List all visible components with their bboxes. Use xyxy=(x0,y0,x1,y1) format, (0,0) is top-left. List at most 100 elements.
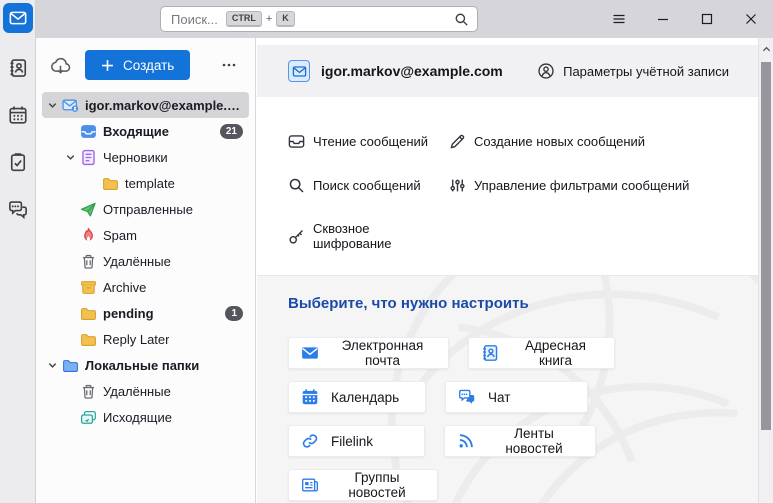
unread-badge: 21 xyxy=(220,124,243,139)
trash-icon xyxy=(80,253,97,270)
calendar-space-icon[interactable] xyxy=(3,100,33,130)
link-message-filters[interactable]: Управление фильтрами сообщений xyxy=(449,177,742,194)
setup-title: Выберите, что нужно настроить xyxy=(288,295,742,312)
search-icon xyxy=(454,12,469,27)
account-settings-link[interactable]: Параметры учётной записи xyxy=(537,62,729,80)
tree-row-trash[interactable]: Удалённые xyxy=(36,248,255,274)
content-scrollbar[interactable] xyxy=(758,38,773,503)
link-search-messages[interactable]: Поиск сообщений xyxy=(288,177,449,194)
kbd-ctrl: CTRL xyxy=(226,11,262,27)
setup-button-filelink[interactable]: Filelink xyxy=(288,425,425,457)
account-settings-label: Параметры учётной записи xyxy=(563,64,729,79)
calendar-icon xyxy=(301,388,319,406)
tree-row-label: Reply Later xyxy=(103,332,169,347)
folder-pane-options-icon[interactable] xyxy=(221,57,237,73)
setup-button-email[interactable]: Электронная почта xyxy=(288,337,449,369)
chevron-down-icon[interactable] xyxy=(62,152,78,163)
chevron-down-icon[interactable] xyxy=(44,360,60,371)
quick-links: Чтение сообщений Создание новых сообщени… xyxy=(257,97,773,275)
chevron-down-icon[interactable] xyxy=(44,100,60,111)
read-messages-icon xyxy=(288,133,305,150)
filelink-icon xyxy=(301,432,319,450)
tree-row-label: Spam xyxy=(103,228,137,243)
tree-row-reply-later[interactable]: Reply Later xyxy=(36,326,255,352)
folder-tree: igor.markov@example.c… Входящие 21 Черно… xyxy=(36,92,255,430)
tree-row-label: Входящие xyxy=(103,124,169,139)
folder-pane-header: Создать xyxy=(36,38,255,88)
link-compose[interactable]: Создание новых сообщений xyxy=(449,133,742,150)
search-icon xyxy=(288,177,305,194)
link-read-messages[interactable]: Чтение сообщений xyxy=(288,133,449,150)
tree-row-local-trash[interactable]: Удалённые xyxy=(36,378,255,404)
compose-pencil-icon xyxy=(449,133,466,150)
minimize-button[interactable] xyxy=(641,0,685,38)
app-menu-button[interactable] xyxy=(597,0,641,38)
drafts-icon xyxy=(80,149,97,166)
tree-row-label: Черновики xyxy=(103,150,168,165)
folder-icon xyxy=(80,331,97,348)
link-label: Управление фильтрами сообщений xyxy=(474,178,689,193)
local-folders-icon xyxy=(62,357,79,374)
setup-button-calendar[interactable]: Календарь xyxy=(288,381,426,413)
tree-row-sent[interactable]: Отправленные xyxy=(36,196,255,222)
tree-row-label: Удалённые xyxy=(103,254,171,269)
spaces-toolbar xyxy=(0,0,36,503)
tree-row-archive[interactable]: Archive xyxy=(36,274,255,300)
setup-section: Выберите, что нужно настроить Электронна… xyxy=(257,275,773,503)
setup-button-rss[interactable]: Ленты новостей xyxy=(444,425,596,457)
account-header: igor.markov@example.com Параметры учётно… xyxy=(257,45,773,97)
archive-icon xyxy=(80,279,97,296)
tasks-space-icon[interactable] xyxy=(3,147,33,177)
maximize-button[interactable] xyxy=(685,0,729,38)
link-label: Создание новых сообщений xyxy=(474,134,645,149)
scrollbar-thumb[interactable] xyxy=(761,62,771,430)
mail-icon xyxy=(301,344,319,362)
setup-button-address-book[interactable]: Адресная книга xyxy=(468,337,615,369)
tree-row-outbox[interactable]: Исходящие xyxy=(36,404,255,430)
tree-row-label: Локальные папки xyxy=(85,358,199,373)
setup-button-newsgroups[interactable]: Группы новостей xyxy=(288,469,438,501)
account-mail-badge-icon xyxy=(288,60,310,82)
window-controls xyxy=(597,0,773,38)
outbox-icon xyxy=(80,409,97,426)
tree-row-template[interactable]: template xyxy=(36,170,255,196)
folder-icon xyxy=(80,305,97,322)
tree-row-local-folders[interactable]: Локальные папки xyxy=(36,352,255,378)
chat-space-icon[interactable] xyxy=(3,194,33,224)
tree-row-account[interactable]: igor.markov@example.c… xyxy=(42,92,249,118)
link-label: Сквозное шифрование xyxy=(313,221,449,251)
tree-row-label: Исходящие xyxy=(103,410,172,425)
account-settings-icon xyxy=(537,62,555,80)
inbox-icon xyxy=(80,123,97,140)
tree-row-spam[interactable]: Spam xyxy=(36,222,255,248)
global-search-input[interactable]: Поиск... CTRL + K xyxy=(160,6,478,32)
sync-cloud-icon[interactable] xyxy=(50,55,71,76)
newsgroups-icon xyxy=(301,476,319,494)
tree-row-label: template xyxy=(125,176,175,191)
spam-flame-icon xyxy=(80,227,97,244)
tree-row-label: Отправленные xyxy=(103,202,193,217)
plus-icon xyxy=(101,59,114,72)
trash-icon xyxy=(80,383,97,400)
setup-button-chat[interactable]: Чат xyxy=(445,381,588,413)
kbd-plus: + xyxy=(266,13,272,25)
tree-row-label: igor.markov@example.c… xyxy=(85,98,245,113)
link-e2e-encryption[interactable]: Сквозное шифрование xyxy=(288,221,449,251)
account-central-pane: igor.markov@example.com Параметры учётно… xyxy=(257,38,773,503)
tree-row-pending[interactable]: pending 1 xyxy=(36,300,255,326)
tree-row-drafts[interactable]: Черновики xyxy=(36,144,255,170)
account-email: igor.markov@example.com xyxy=(321,63,503,79)
account-identity: igor.markov@example.com xyxy=(288,60,503,82)
mail-space-icon[interactable] xyxy=(3,3,33,33)
tree-row-inbox[interactable]: Входящие 21 xyxy=(36,118,255,144)
address-book-space-icon[interactable] xyxy=(3,53,33,83)
chat-icon xyxy=(458,388,476,406)
create-button[interactable]: Создать xyxy=(85,50,190,80)
scroll-up-icon[interactable] xyxy=(759,45,773,54)
titlebar: Поиск... CTRL + K xyxy=(36,0,773,38)
folder-icon xyxy=(102,175,119,192)
tree-row-label: Удалённые xyxy=(103,384,171,399)
search-placeholder: Поиск... xyxy=(171,12,218,27)
close-button[interactable] xyxy=(729,0,773,38)
link-label: Чтение сообщений xyxy=(313,134,428,149)
